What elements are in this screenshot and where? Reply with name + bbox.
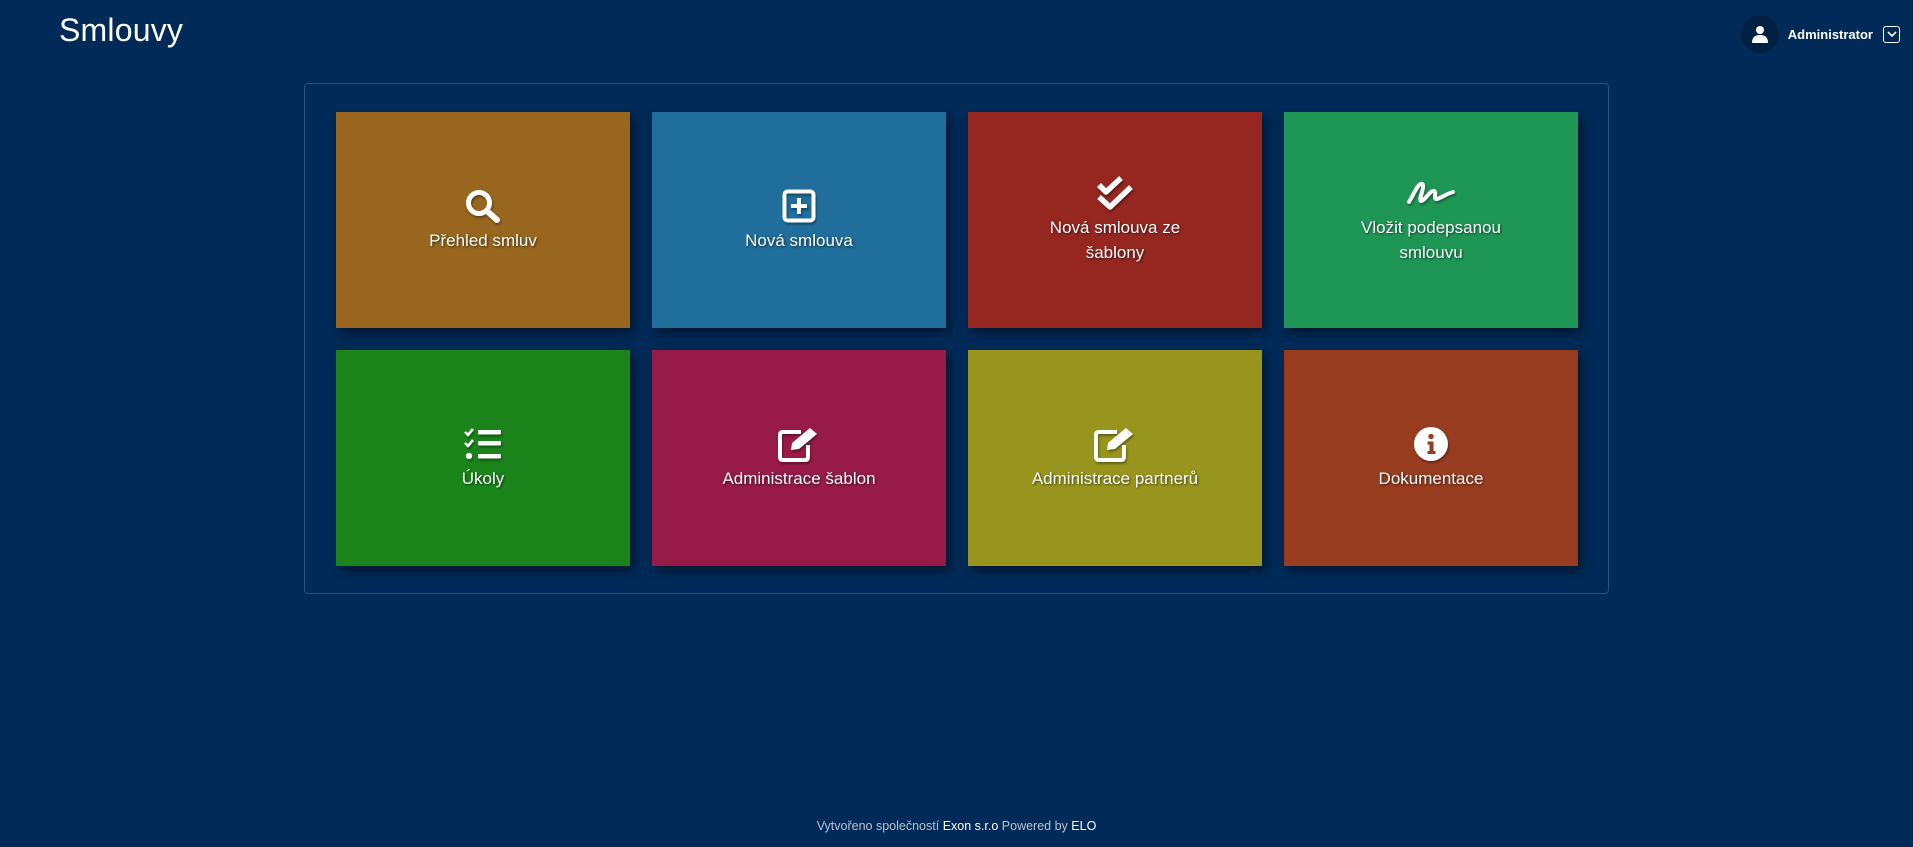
search-icon <box>464 188 502 224</box>
footer-powered-by: Powered by <box>1001 819 1068 833</box>
tile-label: Vložit podepsanou smlouvu <box>1361 218 1501 262</box>
tile-template-administration[interactable]: Administrace šablon <box>652 350 946 566</box>
signature-icon <box>1406 175 1456 211</box>
user-name[interactable]: Administrator <box>1788 27 1873 42</box>
edit-icon <box>1093 426 1137 462</box>
tile-label: Dokumentace <box>1378 468 1484 488</box>
tile-documentation[interactable]: Dokumentace <box>1284 350 1578 566</box>
footer-company: Exon s.r.o <box>942 819 999 833</box>
tile-label: Administrace šablon <box>722 468 876 488</box>
double-check-icon <box>1095 175 1135 211</box>
tile-partner-administration[interactable]: Administrace partnerů <box>968 350 1262 566</box>
info-circle-icon <box>1413 426 1449 462</box>
tiles-panel: Přehled smluv Nová smlouva Nová smlouva … <box>304 83 1609 594</box>
footer-created-by: Vytvořeno společností <box>816 819 940 833</box>
footer-product: ELO <box>1071 819 1097 833</box>
tile-tasks[interactable]: Úkoly <box>336 350 630 566</box>
tile-contracts-overview[interactable]: Přehled smluv <box>336 112 630 328</box>
tile-label: Nová smlouva <box>745 230 853 250</box>
app-title: Smlouvy <box>59 12 184 48</box>
tile-label: Nová smlouva ze šablony <box>1049 218 1181 262</box>
tile-upload-signed-contract[interactable]: Vložit podepsanou smlouvu <box>1284 112 1578 328</box>
tile-label: Přehled smluv <box>429 230 537 250</box>
tasks-list-icon <box>463 426 503 462</box>
tile-label: Administrace partnerů <box>1031 468 1199 488</box>
tile-new-contract[interactable]: Nová smlouva <box>652 112 946 328</box>
user-icon[interactable] <box>1740 15 1779 53</box>
tile-new-contract-from-template[interactable]: Nová smlouva ze šablony <box>968 112 1262 328</box>
plus-square-icon <box>782 188 816 224</box>
edit-icon <box>777 426 821 462</box>
user-menu[interactable]: Administrator <box>1740 15 1900 53</box>
footer: Vytvořeno společností Exon s.r.o Powered… <box>0 819 1913 833</box>
chevron-down-icon[interactable] <box>1883 25 1900 43</box>
tile-label: Úkoly <box>461 468 505 488</box>
